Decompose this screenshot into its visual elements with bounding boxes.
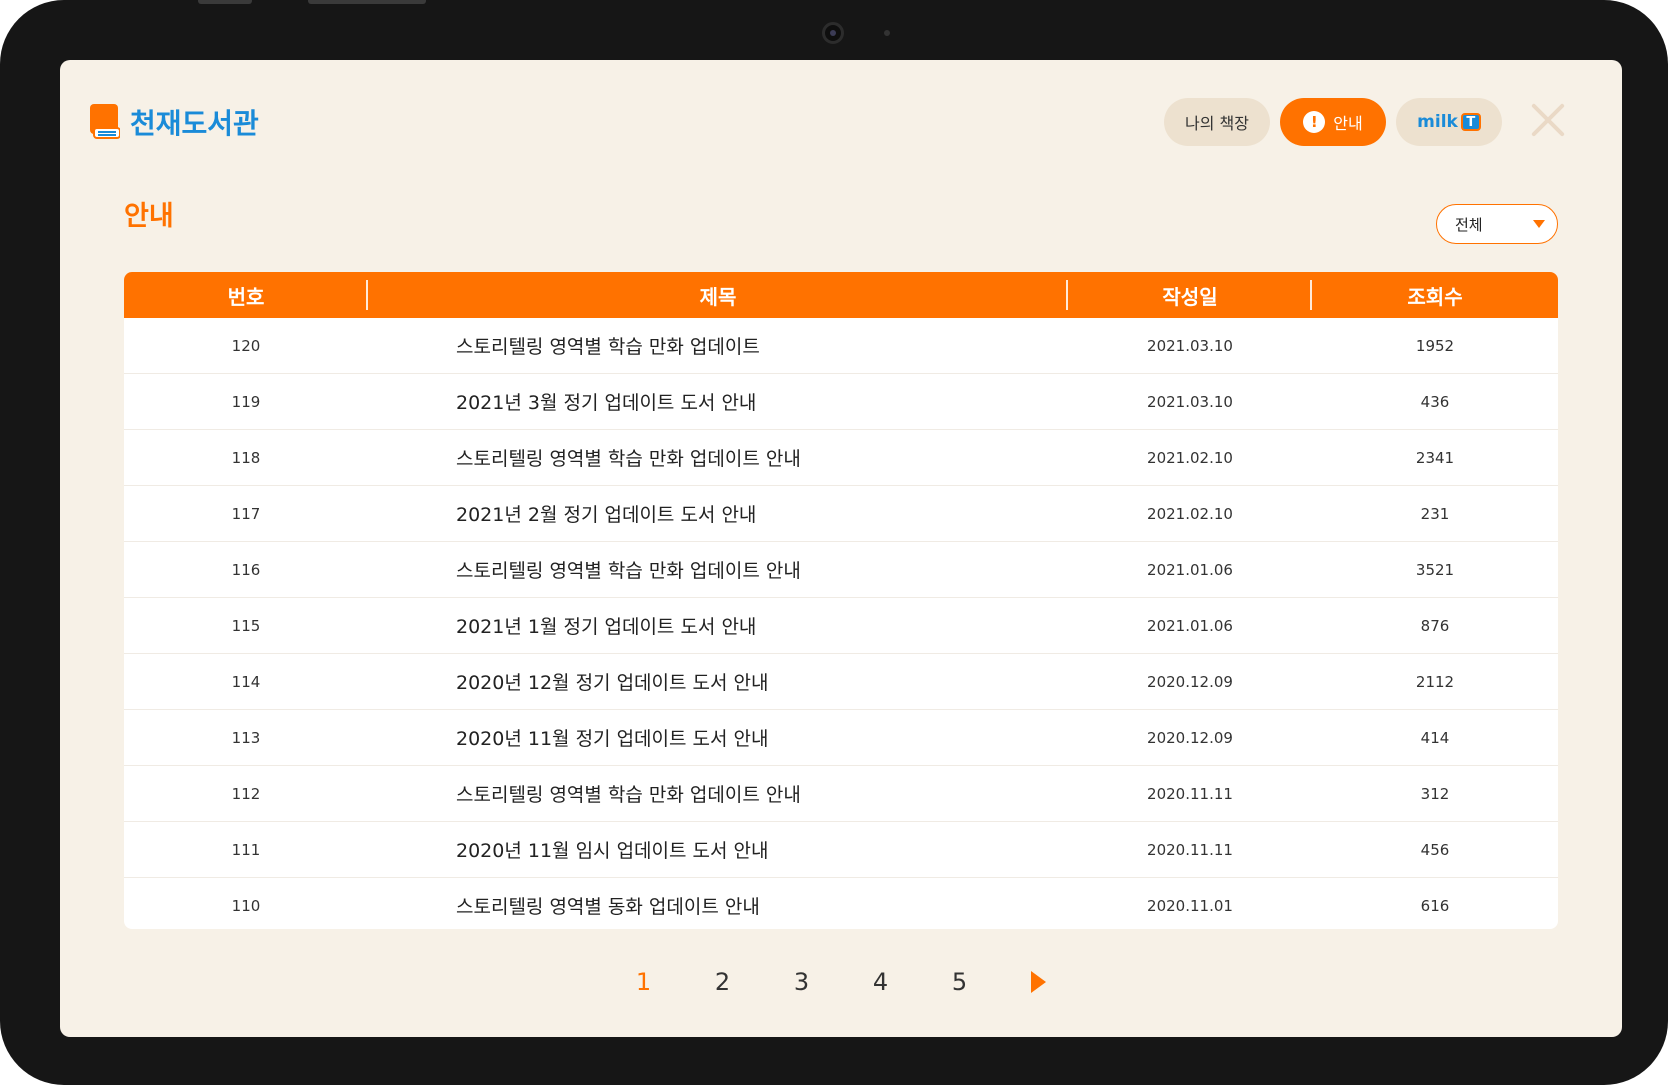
device-button — [198, 0, 252, 4]
page-4-link[interactable]: 4 — [841, 968, 920, 996]
cell-date: 2021.03.10 — [1147, 392, 1233, 411]
milk-t-badge: T — [1460, 113, 1481, 131]
cell-views: 1952 — [1415, 336, 1455, 355]
exclamation-icon: ! — [1303, 111, 1326, 133]
table-row[interactable]: 118 스토리텔링 영역별 학습 만화 업데이트 안내 2021.02.10 2… — [124, 430, 1558, 486]
chevron-down-icon — [1533, 220, 1545, 228]
camera-icon — [822, 22, 844, 44]
page-2-link[interactable]: 2 — [683, 968, 762, 996]
cell-title[interactable]: 스토리텔링 영역별 동화 업데이트 안내 — [368, 878, 1068, 929]
table-row[interactable]: 119 2021년 3월 정기 업데이트 도서 안내 2021.03.10 43… — [124, 374, 1558, 430]
cell-views: 2112 — [1415, 672, 1455, 691]
my-shelf-label: 나의 책장 — [1185, 114, 1249, 133]
pagination: 1 2 3 4 5 — [60, 962, 1622, 1002]
cell-views: 414 — [1420, 728, 1450, 747]
notice-table: 번호 제목 작성일 조회수 120 스토리텔링 영역별 학습 만화 업데이트 2… — [124, 272, 1558, 929]
cell-views: 876 — [1420, 616, 1450, 635]
cell-number: 113 — [231, 728, 261, 747]
cell-views: 2341 — [1415, 448, 1455, 467]
cell-date: 2021.01.06 — [1147, 616, 1233, 635]
column-header-date: 작성일 — [1068, 272, 1312, 318]
next-page-button[interactable] — [999, 971, 1078, 993]
cell-title[interactable]: 스토리텔링 영역별 학습 만화 업데이트 안내 — [368, 430, 1068, 485]
cell-views: 456 — [1420, 840, 1450, 859]
table-row[interactable]: 114 2020년 12월 정기 업데이트 도서 안내 2020.12.09 2… — [124, 654, 1558, 710]
column-header-title: 제목 — [368, 272, 1068, 318]
cell-date: 2021.01.06 — [1147, 560, 1233, 579]
cell-title[interactable]: 2020년 12월 정기 업데이트 도서 안내 — [368, 654, 1068, 709]
page-3-link[interactable]: 3 — [762, 968, 841, 996]
cell-title[interactable]: 2021년 2월 정기 업데이트 도서 안내 — [368, 486, 1068, 541]
cell-number: 120 — [231, 336, 261, 355]
my-shelf-button[interactable]: 나의 책장 — [1164, 98, 1270, 146]
page-1-link[interactable]: 1 — [604, 968, 683, 996]
cell-date: 2020.11.01 — [1147, 896, 1233, 915]
app-title: 천재도서관 — [130, 107, 259, 140]
cell-number: 116 — [231, 560, 261, 579]
table-row[interactable]: 120 스토리텔링 영역별 학습 만화 업데이트 2021.03.10 1952 — [124, 318, 1558, 374]
cell-title[interactable]: 2021년 1월 정기 업데이트 도서 안내 — [368, 598, 1068, 653]
table-row[interactable]: 116 스토리텔링 영역별 학습 만화 업데이트 안내 2021.01.06 3… — [124, 542, 1558, 598]
table-row[interactable]: 110 스토리텔링 영역별 동화 업데이트 안내 2020.11.01 616 — [124, 878, 1558, 929]
milk-t-button[interactable]: milk T — [1396, 98, 1502, 146]
cell-title[interactable]: 2021년 3월 정기 업데이트 도서 안내 — [368, 374, 1068, 429]
cell-title[interactable]: 스토리텔링 영역별 학습 만화 업데이트 안내 — [368, 766, 1068, 821]
category-filter-select[interactable]: 전체 — [1436, 204, 1558, 244]
notice-label: 안내 — [1333, 114, 1363, 133]
cell-number: 118 — [231, 448, 261, 467]
filter-selected-value: 전체 — [1455, 215, 1483, 234]
cell-number: 110 — [231, 896, 261, 915]
cell-number: 119 — [231, 392, 261, 411]
cell-number: 117 — [231, 504, 261, 523]
cell-number: 114 — [231, 672, 261, 691]
notice-button[interactable]: ! 안내 — [1280, 98, 1386, 146]
triangle-right-icon — [1031, 971, 1046, 993]
cell-views: 436 — [1420, 392, 1450, 411]
cell-number: 112 — [231, 784, 261, 803]
table-row[interactable]: 111 2020년 11월 임시 업데이트 도서 안내 2020.11.11 4… — [124, 822, 1558, 878]
milk-logo-text: milk — [1417, 112, 1458, 132]
cell-date: 2020.11.11 — [1147, 784, 1233, 803]
cell-views: 231 — [1420, 504, 1450, 523]
table-row[interactable]: 112 스토리텔링 영역별 학습 만화 업데이트 안내 2020.11.11 3… — [124, 766, 1558, 822]
device-button — [308, 0, 426, 4]
table-header: 번호 제목 작성일 조회수 — [124, 272, 1558, 318]
cell-title[interactable]: 2020년 11월 정기 업데이트 도서 안내 — [368, 710, 1068, 765]
table-body: 120 스토리텔링 영역별 학습 만화 업데이트 2021.03.10 1952… — [124, 318, 1558, 929]
cell-title[interactable]: 2020년 11월 임시 업데이트 도서 안내 — [368, 822, 1068, 877]
cell-date: 2021.02.10 — [1147, 448, 1233, 467]
cell-title[interactable]: 스토리텔링 영역별 학습 만화 업데이트 — [368, 318, 1068, 373]
cell-date: 2020.11.11 — [1147, 840, 1233, 859]
tablet-frame: 천재도서관 나의 책장 ! 안내 milk T 안내 전체 번호 제목 작성일 … — [0, 0, 1668, 1085]
cell-views: 312 — [1420, 784, 1450, 803]
cell-date: 2020.12.09 — [1147, 672, 1233, 691]
cell-date: 2021.03.10 — [1147, 336, 1233, 355]
cell-date: 2020.12.09 — [1147, 728, 1233, 747]
page-title: 안내 — [124, 201, 174, 232]
table-row[interactable]: 113 2020년 11월 정기 업데이트 도서 안내 2020.12.09 4… — [124, 710, 1558, 766]
cell-views: 616 — [1420, 896, 1450, 915]
close-icon[interactable] — [1528, 100, 1568, 140]
cell-number: 111 — [231, 840, 261, 859]
cell-title[interactable]: 스토리텔링 영역별 학습 만화 업데이트 안내 — [368, 542, 1068, 597]
column-header-number: 번호 — [124, 272, 368, 318]
cell-views: 3521 — [1415, 560, 1455, 579]
book-icon — [90, 104, 120, 140]
table-row[interactable]: 117 2021년 2월 정기 업데이트 도서 안내 2021.02.10 23… — [124, 486, 1558, 542]
app-screen: 천재도서관 나의 책장 ! 안내 milk T 안내 전체 번호 제목 작성일 … — [60, 60, 1622, 1037]
app-logo[interactable]: 천재도서관 — [90, 102, 259, 142]
sensor-dot — [884, 30, 890, 36]
cell-number: 115 — [231, 616, 261, 635]
header-nav: 나의 책장 ! 안내 milk T — [1164, 98, 1502, 146]
table-row[interactable]: 115 2021년 1월 정기 업데이트 도서 안내 2021.01.06 87… — [124, 598, 1558, 654]
page-5-link[interactable]: 5 — [920, 968, 999, 996]
cell-date: 2021.02.10 — [1147, 504, 1233, 523]
column-header-views: 조회수 — [1407, 284, 1463, 309]
